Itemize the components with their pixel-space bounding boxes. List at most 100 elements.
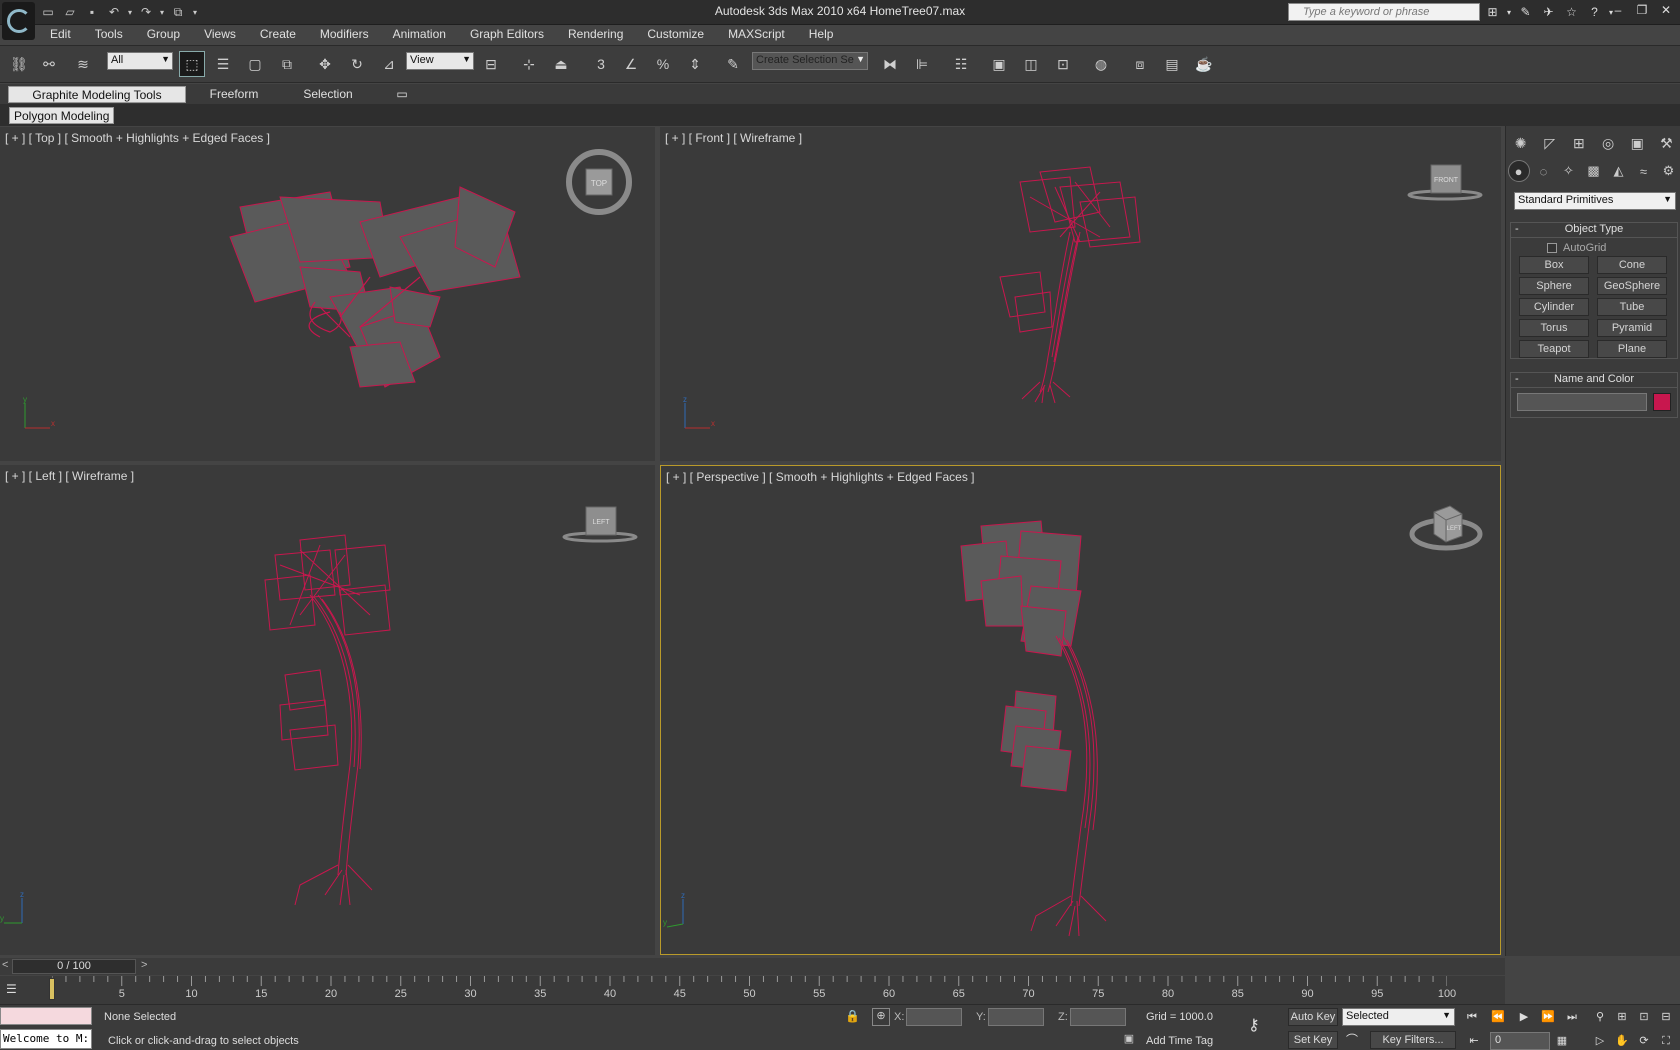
absolute-relative-toggle-icon[interactable]: ⊕ (872, 1008, 890, 1026)
primitive-type-dropdown[interactable]: Standard Primitives ▼ (1514, 192, 1676, 210)
viewport-front[interactable]: [ + ] [ Front ] [ Wireframe ] FRONT z x (660, 127, 1501, 461)
percent-snap-icon[interactable]: % (650, 51, 676, 77)
field-of-view-icon[interactable]: ▷ (1590, 1032, 1610, 1050)
close-button[interactable]: ✕ (1658, 3, 1674, 19)
search-input[interactable]: Type a keyword or phrase (1288, 3, 1480, 21)
key-selection-dropdown[interactable]: Selected ▼ (1342, 1008, 1455, 1026)
x-coordinate-field[interactable] (906, 1008, 962, 1026)
tab-graphite-modeling-tools[interactable]: Graphite Modeling Tools (8, 86, 186, 103)
time-slider[interactable]: < 0 / 100 > (0, 958, 1505, 975)
next-frame-icon[interactable]: ⏩ (1538, 1008, 1558, 1026)
object-name-field[interactable] (1517, 393, 1647, 411)
select-object-icon[interactable]: ⬚ (179, 51, 205, 77)
viewport-top[interactable]: [ + ] [ Top ] [ Smooth + Highlights + Ed… (0, 127, 655, 461)
menu-customize[interactable]: Customize (635, 25, 716, 45)
edit-named-selection-icon[interactable]: ✎ (720, 51, 746, 77)
app-logo-button[interactable] (2, 2, 35, 40)
polygon-modeling-panel[interactable]: Polygon Modeling (9, 107, 115, 124)
ribbon-minimize-icon[interactable]: ▭ (394, 86, 410, 103)
align-icon[interactable]: ⊫ (909, 51, 935, 77)
redo-icon[interactable]: ↷ (136, 3, 156, 21)
zoom-icon[interactable]: ⚲ (1590, 1008, 1610, 1026)
rectangular-selection-icon[interactable]: ▢ (242, 51, 268, 77)
zoom-extents-all-icon[interactable]: ⊟ (1656, 1008, 1676, 1026)
zoom-all-icon[interactable]: ⊞ (1612, 1008, 1632, 1026)
utilities-tab-icon[interactable]: ⚒ (1654, 131, 1678, 155)
lights-icon[interactable]: ✧ (1558, 160, 1580, 182)
shapes-icon[interactable]: ◌ (1533, 160, 1555, 182)
binoculars-dropdown-icon[interactable]: ▾ (1505, 3, 1513, 21)
display-tab-icon[interactable]: ▣ (1625, 131, 1649, 155)
material-editor-icon[interactable]: ◍ (1088, 51, 1114, 77)
save-icon[interactable]: ▪ (82, 3, 102, 21)
add-time-tag[interactable]: Add Time Tag (1146, 1035, 1213, 1047)
geometry-icon[interactable]: ● (1507, 160, 1530, 182)
cameras-icon[interactable]: ▩ (1583, 160, 1605, 182)
viewcube-front[interactable]: FRONT (1405, 157, 1485, 207)
viewport-left-label[interactable]: [ + ] [ Left ] [ Wireframe ] (5, 469, 134, 483)
layer-manager-icon[interactable]: ☷ (948, 51, 974, 77)
menu-help[interactable]: Help (797, 25, 846, 45)
hierarchy-tab-icon[interactable]: ⊞ (1567, 131, 1591, 155)
menu-tools[interactable]: Tools (83, 25, 135, 45)
time-configuration-icon[interactable]: ▦ (1552, 1032, 1572, 1050)
restore-button[interactable]: ❐ (1634, 3, 1650, 19)
time-slider-next-button[interactable]: > (141, 959, 147, 971)
cone-button[interactable]: Cone (1597, 256, 1667, 274)
select-and-link-icon[interactable]: ⛓ (6, 51, 32, 77)
select-and-rotate-icon[interactable]: ↻ (344, 51, 370, 77)
viewport-top-label[interactable]: [ + ] [ Top ] [ Smooth + Highlights + Ed… (5, 131, 270, 145)
geosphere-button[interactable]: GeoSphere (1597, 277, 1667, 295)
y-coordinate-field[interactable] (988, 1008, 1044, 1026)
star-icon[interactable]: ☆ (1561, 3, 1582, 21)
menu-views[interactable]: Views (192, 25, 248, 45)
name-and-color-header[interactable]: - Name and Color (1511, 373, 1677, 388)
set-key-icon[interactable]: ⚷ (1248, 1015, 1260, 1035)
tab-selection[interactable]: Selection (288, 86, 368, 103)
helpers-icon[interactable]: ◭ (1608, 160, 1630, 182)
keyboard-shortcut-override-icon[interactable]: ⏏ (548, 51, 574, 77)
menu-graph-editors[interactable]: Graph Editors (458, 25, 556, 45)
new-file-icon[interactable]: ▭ (38, 3, 58, 21)
select-and-move-icon[interactable]: ✥ (312, 51, 338, 77)
viewport-left[interactable]: [ + ] [ Left ] [ Wireframe ] LEFT z y (0, 465, 655, 955)
key-mode-toggle-icon[interactable]: ⇤ (1464, 1032, 1484, 1050)
tube-button[interactable]: Tube (1597, 298, 1667, 316)
undo-icon[interactable]: ↶ (104, 3, 124, 21)
curve-editor-icon[interactable]: ◫ (1018, 51, 1044, 77)
current-frame-field[interactable]: 0 (1490, 1032, 1550, 1050)
menu-maxscript[interactable]: MAXScript (716, 25, 797, 45)
plane-button[interactable]: Plane (1597, 340, 1667, 358)
time-slider-thumb[interactable]: 0 / 100 (12, 959, 136, 974)
systems-icon[interactable]: ⚙ (1658, 160, 1680, 182)
pivot-center-icon[interactable]: ⊟ (478, 51, 504, 77)
bind-space-warp-icon[interactable]: ≋ (70, 51, 96, 77)
orbit-icon[interactable]: ⟳ (1634, 1032, 1654, 1050)
menu-rendering[interactable]: Rendering (556, 25, 635, 45)
time-slider-prev-button[interactable]: < (2, 959, 8, 971)
open-file-icon[interactable]: ▱ (60, 3, 80, 21)
play-icon[interactable]: ▶ (1514, 1008, 1534, 1026)
mini-curve-editor-icon[interactable]: ☰ (6, 982, 26, 998)
modify-tab-icon[interactable]: ◸ (1538, 131, 1562, 155)
binoculars-icon[interactable]: ⊞ (1482, 3, 1503, 21)
render-production-icon[interactable]: ☕ (1191, 51, 1217, 77)
reference-coordinate-dropdown[interactable]: View ▼ (406, 52, 474, 70)
maxscript-mini-listener[interactable]: Welcome to M: (0, 1029, 92, 1049)
named-selection-sets-dropdown[interactable]: Create Selection Se ▼ (752, 52, 868, 70)
viewcube-perspective[interactable]: LEFT (1406, 496, 1486, 560)
pan-view-icon[interactable]: ✋ (1612, 1032, 1632, 1050)
cylinder-button[interactable]: Cylinder (1519, 298, 1589, 316)
tab-freeform[interactable]: Freeform (194, 86, 274, 103)
selection-filter-dropdown[interactable]: All ▼ (107, 52, 173, 70)
qat-dropdown-icon[interactable]: ▾ (190, 3, 200, 21)
default-tangents-icon[interactable]: ⌒ (1346, 1031, 1364, 1049)
sphere-button[interactable]: Sphere (1519, 277, 1589, 295)
select-manipulate-icon[interactable]: ⊹ (516, 51, 542, 77)
viewport-perspective-label[interactable]: [ + ] [ Perspective ] [ Smooth + Highlig… (666, 470, 975, 484)
teapot-button[interactable]: Teapot (1519, 340, 1589, 358)
subscription-icon[interactable]: ✈ (1538, 3, 1559, 21)
communication-center-icon[interactable]: ✎ (1515, 3, 1536, 21)
mirror-icon[interactable]: ⧓ (877, 51, 903, 77)
viewcube-left[interactable]: LEFT (560, 499, 640, 549)
